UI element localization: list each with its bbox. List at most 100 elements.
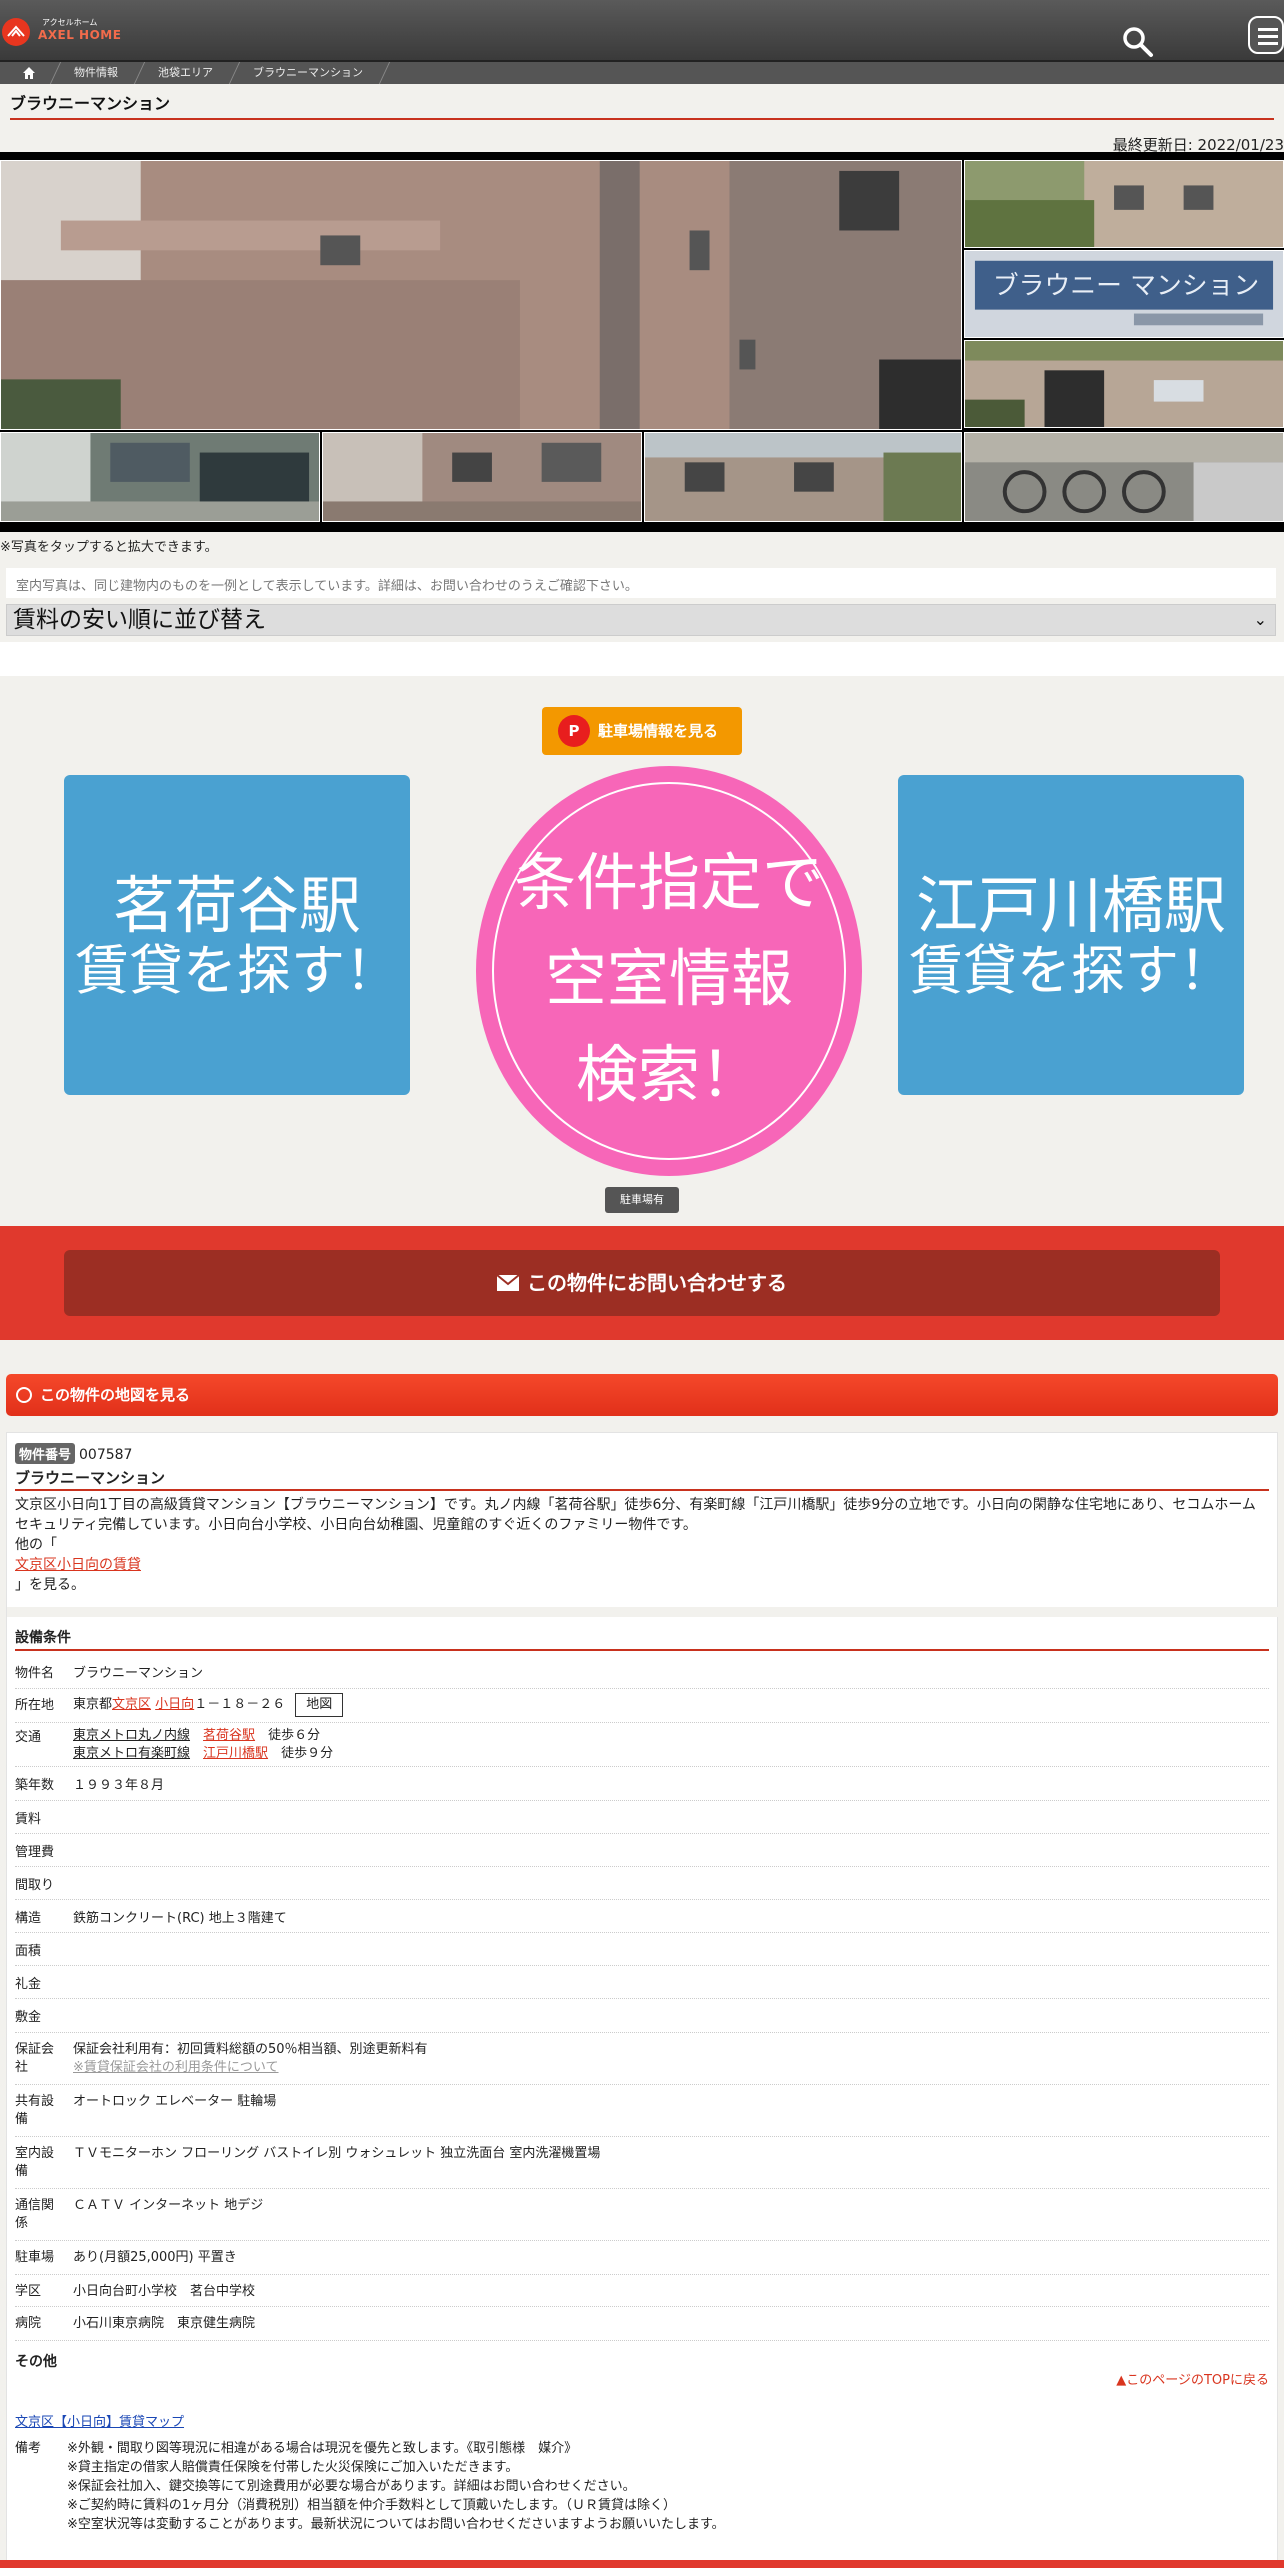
remark-line: ※貸主指定の借家人賠償責任保険を付帯した火災保険にご加入いただきます。 — [67, 2460, 519, 2475]
specs-divider — [15, 1649, 1269, 1651]
spec-label: 学区 — [15, 2284, 42, 2299]
spec-row-layout: 間取り — [15, 1867, 1269, 1900]
parking-p-icon: P — [558, 715, 590, 747]
guarantor-terms-link[interactable]: ※賃貸保証会社の利用条件について — [73, 2060, 279, 2075]
footer-accent-band — [0, 2560, 1284, 2568]
spec-value: あり(月額25,000円) 平置き — [73, 2250, 237, 2265]
station-name: 茗荷谷駅 — [112, 869, 361, 942]
spec-row-school-district: 学区 小日向台町小学校 茗台中学校 — [15, 2275, 1269, 2307]
spec-row-rent: 賃料 — [15, 1801, 1269, 1834]
property-description-block: 文京区小日向1丁目の高級賃貸マンション【ブラウニーマンション】です。丸ノ内線「茗… — [15, 1495, 1269, 1595]
spec-row-area: 面積 — [15, 1933, 1269, 1966]
gallery-thumb-2[interactable]: ブラウニー マンション — [964, 250, 1284, 338]
spec-label: 室内設備 — [15, 2146, 55, 2179]
gallery-main-photo[interactable] — [0, 160, 962, 430]
spacer-band — [0, 642, 1284, 676]
breadcrumb-item-current[interactable]: ブラウニーマンション — [229, 62, 379, 84]
spec-label: 病院 — [15, 2316, 42, 2331]
spec-value: ＣＡＴＶ インターネット 地デジ — [73, 2198, 264, 2213]
area-rental-map-link[interactable]: 文京区【小日向】賃貸マップ — [15, 2411, 184, 2430]
spec-row-communications: 通信関係 ＣＡＴＶ インターネット 地デジ — [15, 2189, 1269, 2241]
property-id-row: 物件番号 007587 — [15, 1443, 132, 1464]
compass-icon — [16, 1387, 32, 1403]
spec-row-guarantor: 保証会社 保証会社利用有：初回賃料総額の50％相当額、別途更新料有 ※賃貸保証会… — [15, 2033, 1269, 2085]
site-header: アクセルホーム AXEL HOME — [0, 0, 1284, 62]
photo-notice: 室内写真は、同じ建物内のものを一例として表示しています。詳細は、お問い合わせのう… — [6, 568, 1276, 598]
other-prefix: 他の「 — [15, 1537, 57, 1553]
spec-row-hospital: 病院 小石川東京病院 東京健生病院 — [15, 2307, 1269, 2341]
logo-mark-icon — [2, 18, 30, 46]
search-icon[interactable] — [1120, 24, 1156, 60]
spec-row-built: 築年数 １９９３年８月 — [15, 1767, 1269, 1801]
breadcrumb-item-area[interactable]: 池袋エリア — [134, 62, 229, 84]
condition-search-button[interactable]: 条件指定で 空室情報 検索！ — [476, 766, 862, 1176]
spec-row-structure: 構造 鉄筋コンクリート(RC) 地上３階建て — [15, 1900, 1269, 1933]
hamburger-menu-icon[interactable] — [1248, 16, 1284, 54]
remark-line: ※外観・間取り図等現況に相違がある場合は現況を優先と致します。《取引態様 媒介》 — [67, 2441, 578, 2456]
station-search-myogadani[interactable]: 茗荷谷駅 賃貸を探す！ — [64, 775, 410, 1095]
gallery-thumb-1[interactable] — [964, 160, 1284, 248]
spec-row-shared-facilities: 共有設備 オートロック エレベーター 駐輪場 — [15, 2085, 1269, 2137]
parking-info-button[interactable]: P 駐車場情報を見る — [542, 707, 742, 755]
property-name: ブラウニーマンション — [15, 1469, 166, 1487]
gallery-thumb-3[interactable] — [964, 340, 1284, 428]
address-ward-link[interactable]: 文京区 — [112, 1697, 151, 1712]
breadcrumb-item-properties[interactable]: 物件情報 — [50, 62, 134, 84]
parking-available-tag: 駐車場有 — [605, 1187, 679, 1213]
spec-label: 保証会社 — [15, 2042, 55, 2075]
property-description: 文京区小日向1丁目の高級賃貸マンション【ブラウニーマンション】です。丸ノ内線「茗… — [15, 1497, 1256, 1533]
gallery-thumb-4[interactable] — [0, 432, 320, 522]
guarantor-text: 保証会社利用有：初回賃料総額の50％相当額、別途更新料有 — [73, 2042, 428, 2057]
transit-station-2[interactable]: 江戸川橋駅 — [203, 1746, 268, 1761]
station-sub: 賃貸を探す！ — [75, 939, 399, 1002]
spec-row-parking: 駐車場 あり(月額25,000円) 平置き — [15, 2241, 1269, 2275]
spec-label: 構造 — [15, 1911, 42, 1926]
gallery-thumb-5[interactable] — [322, 432, 642, 522]
spec-row-transit: 交通 東京メトロ丸ノ内線 茗荷谷駅 徒歩６分 東京メトロ有楽町線 江戸川橋駅 徒… — [15, 1723, 1269, 1767]
spec-row-deposit: 敷金 — [15, 1999, 1269, 2033]
property-id-badge: 物件番号 — [15, 1443, 76, 1464]
spec-value: １９９３年８月 — [73, 1778, 165, 1793]
spec-label: 物件名 — [15, 1666, 55, 1681]
sort-select[interactable]: 賃料の安い順に並び替え ⌄ — [6, 604, 1276, 636]
spec-value: 小日向台町小学校 茗台中学校 — [73, 2284, 256, 2299]
spec-label: 賃料 — [15, 1812, 42, 1827]
spec-label: 礼金 — [15, 1977, 42, 1992]
other-title: その他 — [15, 2354, 57, 2370]
spec-label: 敷金 — [15, 2010, 42, 2025]
spec-label: 通信関係 — [15, 2198, 55, 2231]
station-name: 江戸川橋駅 — [915, 869, 1226, 942]
contact-button[interactable]: この物件にお問い合わせする — [64, 1250, 1220, 1316]
transit-line-2[interactable]: 東京メトロ有楽町線 — [73, 1746, 190, 1761]
spec-value: 鉄筋コンクリート(RC) 地上３階建て — [73, 1911, 287, 1926]
sort-selected-value: 賃料の安い順に並び替え — [13, 607, 266, 633]
section-gap — [7, 1607, 1279, 1617]
address-rest: １－１８－２６ — [194, 1697, 286, 1712]
spec-value: 東京都文京区 小日向１－１８－２６ 地図 — [73, 1693, 344, 1717]
breadcrumb-home[interactable] — [0, 62, 50, 84]
spec-value: オートロック エレベーター 駐輪場 — [73, 2094, 277, 2109]
parking-info-label: 駐車場情報を見る — [598, 722, 719, 740]
spec-label: 交通 — [15, 1730, 42, 1745]
property-id: 007587 — [79, 1447, 133, 1463]
spec-label: 所在地 — [15, 1698, 55, 1713]
transit-station-1[interactable]: 茗荷谷駅 — [203, 1728, 255, 1743]
site-logo[interactable]: アクセルホーム AXEL HOME — [2, 16, 121, 46]
spec-value: 小石川東京病院 東京健生病院 — [73, 2316, 256, 2331]
spec-value: ＴＶモニターホン フローリング バストイレ別 ウォシュレット 独立洗面台 室内洗… — [73, 2146, 601, 2161]
gallery-thumb-6[interactable] — [644, 432, 962, 522]
page-title: ブラウニーマンション — [10, 94, 171, 113]
view-map-button[interactable]: この物件の地図を見る — [6, 1374, 1278, 1416]
transit-line-1[interactable]: 東京メトロ丸ノ内線 — [73, 1728, 190, 1743]
address-map-button[interactable]: 地図 — [295, 1693, 344, 1717]
spec-label: 間取り — [15, 1878, 55, 1893]
spec-label: 共有設備 — [15, 2094, 55, 2127]
back-to-top-link[interactable]: ▲このページのTOPに戻る — [1116, 2369, 1269, 2388]
gallery-thumb-7[interactable] — [964, 432, 1284, 522]
station-search-edogawabashi[interactable]: 江戸川橋駅 賃貸を探す！ — [898, 775, 1244, 1095]
spec-label: 管理費 — [15, 1845, 55, 1860]
other-listings-link[interactable]: 文京区小日向の賃貸 — [15, 1557, 141, 1573]
contact-button-label: この物件にお問い合わせする — [527, 1271, 787, 1295]
address-town-link[interactable]: 小日向 — [155, 1697, 194, 1712]
remark-line: ※空室状況等は変動することがあります。最新状況についてはお問い合わせくださいます… — [67, 2517, 725, 2532]
